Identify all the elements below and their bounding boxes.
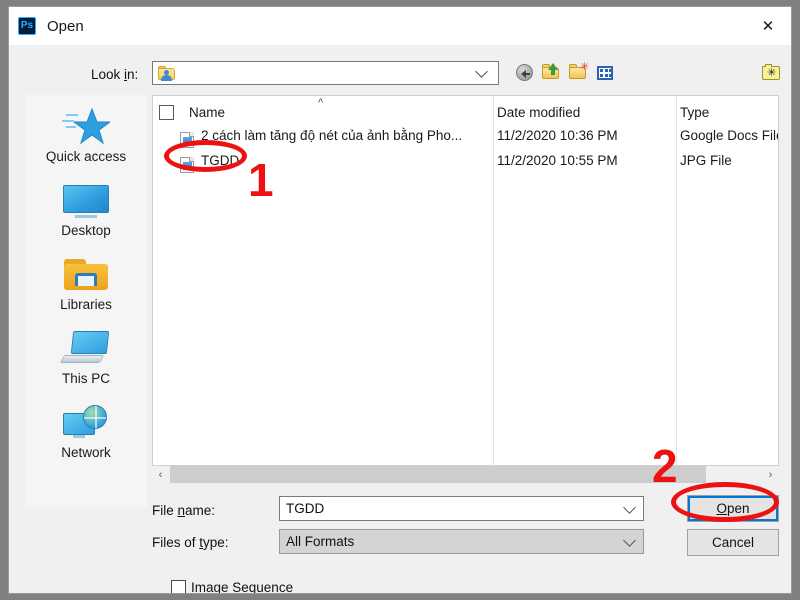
files-of-type-value: All Formats [286, 534, 355, 549]
up-folder-icon [541, 62, 563, 84]
computer-icon [59, 331, 110, 365]
file-type: JPG File [680, 153, 732, 168]
title-bar: Ps Open ✕ [9, 7, 791, 45]
scroll-right-icon[interactable]: › [762, 466, 779, 483]
sidebar-item-label: Quick access [45, 149, 127, 164]
cancel-button[interactable]: Cancel [687, 529, 779, 556]
sidebar-item-libraries[interactable]: Libraries [25, 249, 147, 312]
horizontal-scrollbar[interactable]: ‹ › [152, 466, 779, 483]
file-date-modified: 11/2/2020 10:36 PM [497, 128, 618, 143]
column-header-name[interactable]: Name [189, 105, 225, 120]
file-name-value: TGDD [286, 501, 325, 516]
image-sequence-label[interactable]: Image Sequence [191, 580, 293, 593]
sidebar-item-label: Libraries [60, 297, 112, 312]
open-file-dialog: Ps Open ✕ Look in: ✳ ✳ Quick access Desk… [8, 6, 792, 594]
file-name: TGDD [201, 153, 240, 168]
up-one-level-button[interactable] [541, 62, 563, 84]
sidebar-item-label: Desktop [61, 223, 111, 238]
star-icon [62, 107, 110, 145]
column-header-type[interactable]: Type [680, 105, 709, 120]
back-arrow-icon [516, 64, 533, 81]
file-name-input[interactable]: TGDD [279, 496, 644, 521]
file-name: 2 cách làm tăng độ nét của ảnh bằng Pho.… [201, 128, 463, 143]
photoshop-icon: Ps [18, 17, 36, 35]
adobe-folder-star-icon: ✳ [762, 64, 780, 80]
image-file-icon [180, 132, 194, 148]
sidebar-item-network[interactable]: Network [25, 397, 147, 460]
new-folder-icon: ✳ [568, 62, 590, 84]
back-button[interactable] [515, 62, 537, 84]
file-date-modified: 11/2/2020 10:55 PM [497, 153, 618, 168]
sidebar-item-label: This PC [61, 371, 110, 386]
open-button[interactable]: Open [687, 495, 779, 522]
scroll-left-icon[interactable]: ‹ [152, 466, 169, 483]
places-sidebar: Quick access Desktop Libraries This PC N… [25, 95, 147, 507]
sidebar-item-label: Network [61, 445, 111, 460]
view-grid-icon [597, 66, 613, 80]
scrollbar-thumb[interactable] [170, 466, 706, 483]
network-globe-icon [61, 405, 111, 441]
libraries-folder-icon [64, 259, 108, 291]
select-all-checkbox[interactable] [159, 105, 174, 120]
dialog-title: Open [47, 17, 84, 35]
close-icon[interactable]: ✕ [745, 7, 791, 45]
file-name-label: File name: [152, 503, 216, 518]
look-in-label: Look in: [91, 67, 139, 82]
table-row[interactable]: 2 cách làm tăng độ nét của ảnh bằng Pho.… [153, 128, 779, 153]
image-file-icon [180, 157, 194, 173]
look-in-combobox[interactable] [152, 61, 499, 85]
column-header-date-modified[interactable]: Date modified [497, 105, 580, 120]
file-type: Google Docs File [680, 128, 779, 143]
view-menu-button[interactable] [595, 62, 617, 84]
files-of-type-select[interactable]: All Formats [279, 529, 644, 554]
files-of-type-label: Files of type: [152, 535, 229, 550]
sort-ascending-icon: ^ [318, 97, 324, 109]
chevron-down-icon [623, 534, 636, 547]
chevron-down-icon [475, 65, 488, 78]
chevron-down-icon [623, 501, 636, 514]
table-row[interactable]: TGDD 11/2/2020 10:55 PM JPG File [153, 153, 778, 178]
new-folder-button[interactable]: ✳ [568, 62, 590, 84]
sidebar-item-this-pc[interactable]: This PC [25, 323, 147, 386]
file-list[interactable]: Name ^ Date modified Type 2 cách làm tăn… [152, 95, 779, 466]
sidebar-item-quick-access[interactable]: Quick access [25, 101, 147, 164]
image-sequence-checkbox[interactable] [171, 580, 186, 593]
sidebar-item-desktop[interactable]: Desktop [25, 175, 147, 238]
user-folder-icon [158, 65, 177, 81]
monitor-icon [63, 185, 109, 218]
adobe-dialog-button[interactable]: ✳ [761, 62, 783, 84]
